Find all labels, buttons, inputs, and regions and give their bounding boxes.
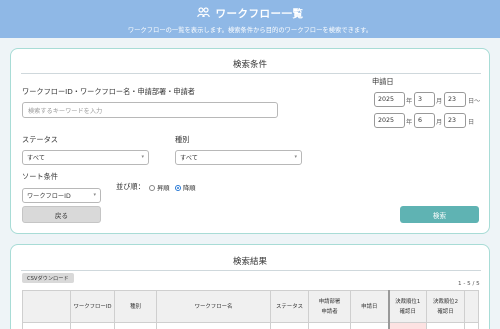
order-desc-label: 降順 bbox=[183, 185, 196, 192]
order-asc-label: 昇順 bbox=[157, 185, 170, 192]
divider bbox=[21, 270, 481, 271]
column-header-status[interactable]: ステータス bbox=[270, 290, 309, 323]
divider bbox=[21, 73, 481, 74]
chevron-down-icon: ▾ bbox=[141, 154, 144, 160]
column-header-type[interactable]: 種別 bbox=[114, 290, 157, 323]
sort-label: ソート条件 bbox=[22, 172, 58, 181]
status-select-value: すべて bbox=[27, 155, 45, 162]
status-label: ステータス bbox=[22, 135, 58, 144]
users-icon bbox=[196, 7, 210, 20]
date-to-day-unit: 日 bbox=[468, 119, 475, 126]
date-from-year[interactable]: 2025 bbox=[374, 92, 405, 107]
keyword-label: ワークフローID・ワークフロー名・申請部署・申請者 bbox=[22, 87, 195, 96]
sort-select-value: ワークフローID bbox=[27, 193, 71, 200]
type-label: 種別 bbox=[175, 135, 190, 144]
column-header-approver1: 決裁順位1 確認日 bbox=[387, 290, 427, 323]
date-from-month[interactable]: 3 bbox=[414, 92, 435, 107]
search-conditions-title: 検索条件 bbox=[232, 60, 267, 70]
column-header-select bbox=[22, 290, 71, 323]
column-header-workflow-name[interactable]: ワークフロー名 bbox=[156, 290, 271, 323]
page-header: ワークフロー一覧 ワークフローの一覧を表示します。検索条件から目的のワークフロー… bbox=[0, 0, 500, 38]
column-header-department[interactable]: 申請部署 申請者 bbox=[308, 290, 351, 323]
search-button[interactable]: 検索 bbox=[400, 206, 479, 223]
search-results-title: 検索結果 bbox=[232, 257, 267, 267]
order-label: 並び順： bbox=[116, 182, 145, 191]
date-from-day[interactable]: 23 bbox=[444, 92, 466, 107]
table-row[interactable] bbox=[22, 322, 479, 329]
date-to-year[interactable]: 2025 bbox=[374, 113, 405, 128]
date-from-day-unit: 日〜 bbox=[468, 98, 481, 105]
date-to-month[interactable]: 6 bbox=[414, 113, 435, 128]
csv-download-button[interactable]: CSVダウンロード bbox=[22, 273, 74, 283]
search-conditions-card: 検索条件 ワークフローID・ワークフロー名・申請部署・申請者 検索するキーワード… bbox=[10, 48, 490, 234]
date-to-day[interactable]: 23 bbox=[444, 113, 466, 128]
column-header-application-date[interactable]: 申請日 bbox=[350, 290, 389, 323]
date-from-month-unit: 月 bbox=[436, 98, 443, 105]
type-select[interactable]: すべて ▾ bbox=[175, 150, 302, 165]
chevron-down-icon: ▾ bbox=[93, 192, 96, 198]
date-from-year-unit: 年 bbox=[406, 98, 413, 105]
page-subtitle: ワークフローの一覧を表示します。検索条件から目的のワークフローを検索できます。 bbox=[127, 27, 373, 34]
column-header-approver2: 決裁順位2 確認日 bbox=[426, 290, 465, 323]
radio-icon bbox=[149, 184, 155, 191]
results-table: ワークフローID 種別 ワークフロー名 ステータス 申請部署 申請者 申請日 決裁… bbox=[22, 290, 479, 329]
sort-select[interactable]: ワークフローID ▾ bbox=[22, 188, 101, 203]
type-select-value: すべて bbox=[180, 155, 198, 162]
order-desc-radio[interactable]: 降順 bbox=[175, 183, 196, 192]
order-asc-radio[interactable]: 昇順 bbox=[149, 183, 170, 192]
column-header-workflow-id[interactable]: ワークフローID bbox=[70, 290, 115, 323]
status-select[interactable]: すべて ▾ bbox=[22, 150, 149, 165]
date-to-month-unit: 月 bbox=[436, 119, 443, 126]
table-header-row: ワークフローID 種別 ワークフロー名 ステータス 申請部署 申請者 申請日 決裁… bbox=[22, 290, 479, 323]
radio-checked-icon bbox=[175, 184, 181, 191]
date-label: 申請日 bbox=[372, 77, 394, 86]
result-count: 1 - 5 / 5 bbox=[458, 281, 480, 287]
date-to-year-unit: 年 bbox=[406, 119, 413, 126]
back-button[interactable]: 戻る bbox=[22, 206, 101, 223]
chevron-down-icon: ▾ bbox=[294, 154, 297, 160]
column-header-extra bbox=[464, 290, 479, 323]
keyword-input[interactable]: 検索するキーワードを入力 bbox=[22, 102, 278, 118]
page-title: ワークフロー一覧 bbox=[215, 8, 304, 20]
